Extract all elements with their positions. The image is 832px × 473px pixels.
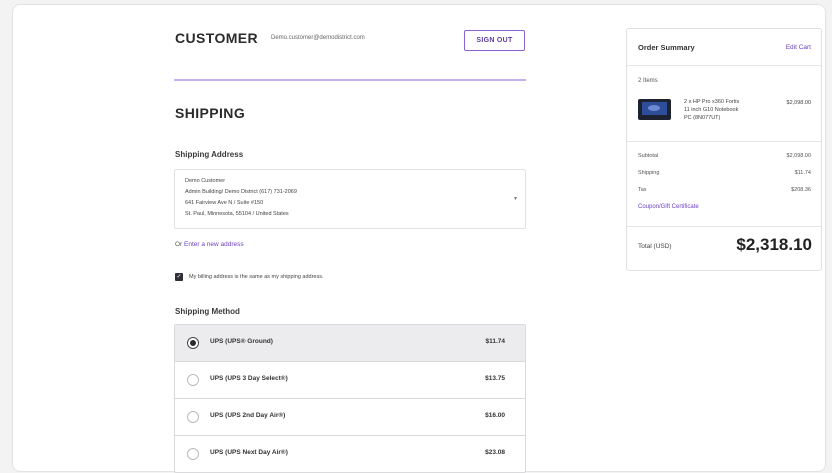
shipping-method-option[interactable]: UPS (UPS 3 Day Select®) $13.75 [175,362,525,399]
coupon-gift-certificate-link[interactable]: Coupon/Gift Certificate [638,204,699,210]
shipping-method-name: UPS (UPS Next Day Air®) [210,449,288,456]
summary-divider [627,141,821,142]
address-line: St. Paul, Minnesota, 55104 / United Stat… [185,211,289,217]
shipping-method-price: $16.00 [485,412,505,419]
billing-same-label: My billing address is the same as my shi… [189,274,324,280]
items-count: 2 Items [638,78,658,84]
shipping-method-option[interactable]: UPS (UPS® Ground) $11.74 [175,325,525,362]
radio-button[interactable] [187,411,199,423]
address-line: Demo Customer [185,178,226,184]
shipping-value: $11.74 [794,170,811,176]
shipping-method-option[interactable]: UPS (UPS Next Day Air®) $23.08 [175,436,525,472]
edit-cart-link[interactable]: Edit Cart [786,44,811,51]
product-price: $2,098.00 [786,100,811,106]
shipping-method-name: UPS (UPS® Ground) [210,338,273,345]
shipping-address-select[interactable]: Demo Customer Admin Building/ Demo Distr… [174,169,526,229]
enter-new-address-link[interactable]: Enter a new address [184,241,244,248]
shipping-heading: SHIPPING [175,105,246,121]
shipping-method-list: UPS (UPS® Ground) $11.74 UPS (UPS 3 Day … [174,324,526,473]
shipping-method-name: UPS (UPS 2nd Day Air®) [210,412,286,419]
product-name-line: PC (8N077UT) [684,115,721,121]
section-divider [174,79,526,81]
shipping-method-price: $23.08 [485,449,505,456]
customer-heading: CUSTOMER [175,30,259,46]
billing-same-row: ✓ My billing address is the same as my s… [175,273,324,281]
checkout-panel: CUSTOMER Demo.customer@demodistrict.com … [12,4,826,473]
total-value: $2,318.10 [736,235,812,254]
radio-button[interactable] [187,374,199,386]
tax-label: Tax [638,187,647,193]
shipping-address-label: Shipping Address [175,150,244,159]
product-name-line: 11 inch G10 Notebook [684,107,739,113]
billing-same-checkbox[interactable]: ✓ [175,273,183,281]
tax-value: $208.36 [791,187,811,193]
order-summary: Order Summary Edit Cart 2 Items 2 x HP P… [626,28,822,271]
new-address-row: Or Enter a new address [175,241,244,248]
radio-button[interactable] [187,337,199,349]
order-summary-title: Order Summary [638,43,695,52]
chevron-down-icon: ▾ [513,196,517,202]
radio-button[interactable] [187,448,199,460]
product-name-line: 2 x HP Pro x360 Fortis [684,99,740,105]
address-line: 641 Fairview Ave N / Suite #150 [185,200,264,206]
shipping-label: Shipping [638,170,660,176]
customer-email: Demo.customer@demodistrict.com [271,35,365,41]
laptop-product-image [638,99,671,120]
subtotal-label: Subtotal [638,153,659,159]
shipping-method-name: UPS (UPS 3 Day Select®) [210,375,288,382]
total-label: Total (USD) [638,243,672,250]
address-line: Admin Building/ Demo District (617) 731-… [185,189,297,195]
summary-divider [627,226,821,227]
shipping-method-option[interactable]: UPS (UPS 2nd Day Air®) $16.00 [175,399,525,436]
sign-out-button[interactable]: SIGN OUT [464,30,525,51]
shipping-method-price: $13.75 [485,375,505,382]
shipping-method-label: Shipping Method [175,307,240,316]
or-text: Or [175,241,183,248]
subtotal-value: $2,098.00 [786,153,811,159]
shipping-method-price: $11.74 [485,338,505,345]
summary-divider [627,65,821,66]
